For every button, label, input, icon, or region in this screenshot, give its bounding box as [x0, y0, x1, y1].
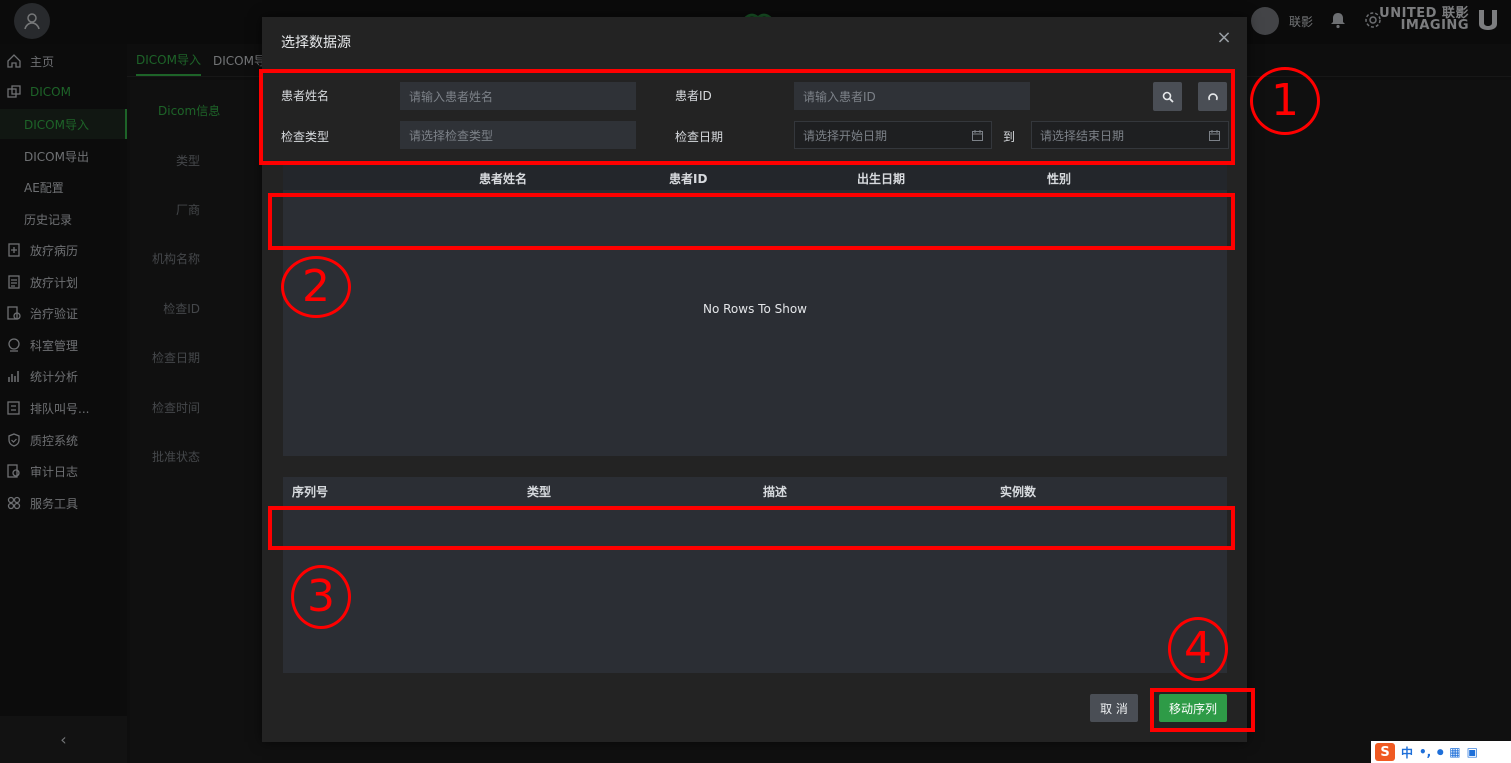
- keyboard-icon[interactable]: ▦: [1449, 745, 1460, 759]
- annotation-marker-3: 3: [291, 565, 351, 629]
- sogou-icon[interactable]: S: [1375, 743, 1395, 761]
- ime-toolbar[interactable]: S 中 •, ⏺ ▦ ▣: [1371, 741, 1511, 763]
- table-header: 序列号 类型 描述 实例数: [283, 477, 1227, 503]
- column-header[interactable]: 类型: [527, 483, 551, 500]
- cancel-button[interactable]: 取 消: [1090, 694, 1138, 722]
- annotation-marker-4: 4: [1168, 617, 1228, 681]
- close-icon[interactable]: ×: [1215, 29, 1233, 47]
- column-header[interactable]: 患者ID: [669, 170, 707, 187]
- annotation-marker-2: 2: [281, 256, 351, 318]
- column-header[interactable]: 性别: [1047, 170, 1071, 187]
- ime-chinese-mode-icon[interactable]: 中: [1401, 744, 1413, 761]
- empty-message: No Rows To Show: [703, 302, 807, 316]
- column-header[interactable]: 实例数: [1000, 483, 1036, 500]
- ime-punctuation-icon[interactable]: •,: [1419, 745, 1431, 759]
- dialog-title: 选择数据源: [281, 35, 351, 51]
- annotation-box-series-row: [268, 506, 1235, 550]
- column-header[interactable]: 描述: [763, 483, 787, 500]
- column-header[interactable]: 序列号: [292, 483, 328, 500]
- skin-icon[interactable]: ▣: [1467, 745, 1478, 759]
- column-header[interactable]: 患者姓名: [479, 170, 527, 187]
- annotation-box-filters: [259, 69, 1235, 165]
- annotation-marker-1: 1: [1250, 67, 1320, 135]
- table-header: 患者姓名 患者ID 出生日期 性别: [283, 164, 1227, 190]
- annotation-box-move-button: [1150, 688, 1255, 732]
- annotation-box-patient-row: [268, 193, 1235, 250]
- microphone-icon[interactable]: ⏺: [1437, 745, 1443, 760]
- column-header[interactable]: 出生日期: [857, 170, 905, 187]
